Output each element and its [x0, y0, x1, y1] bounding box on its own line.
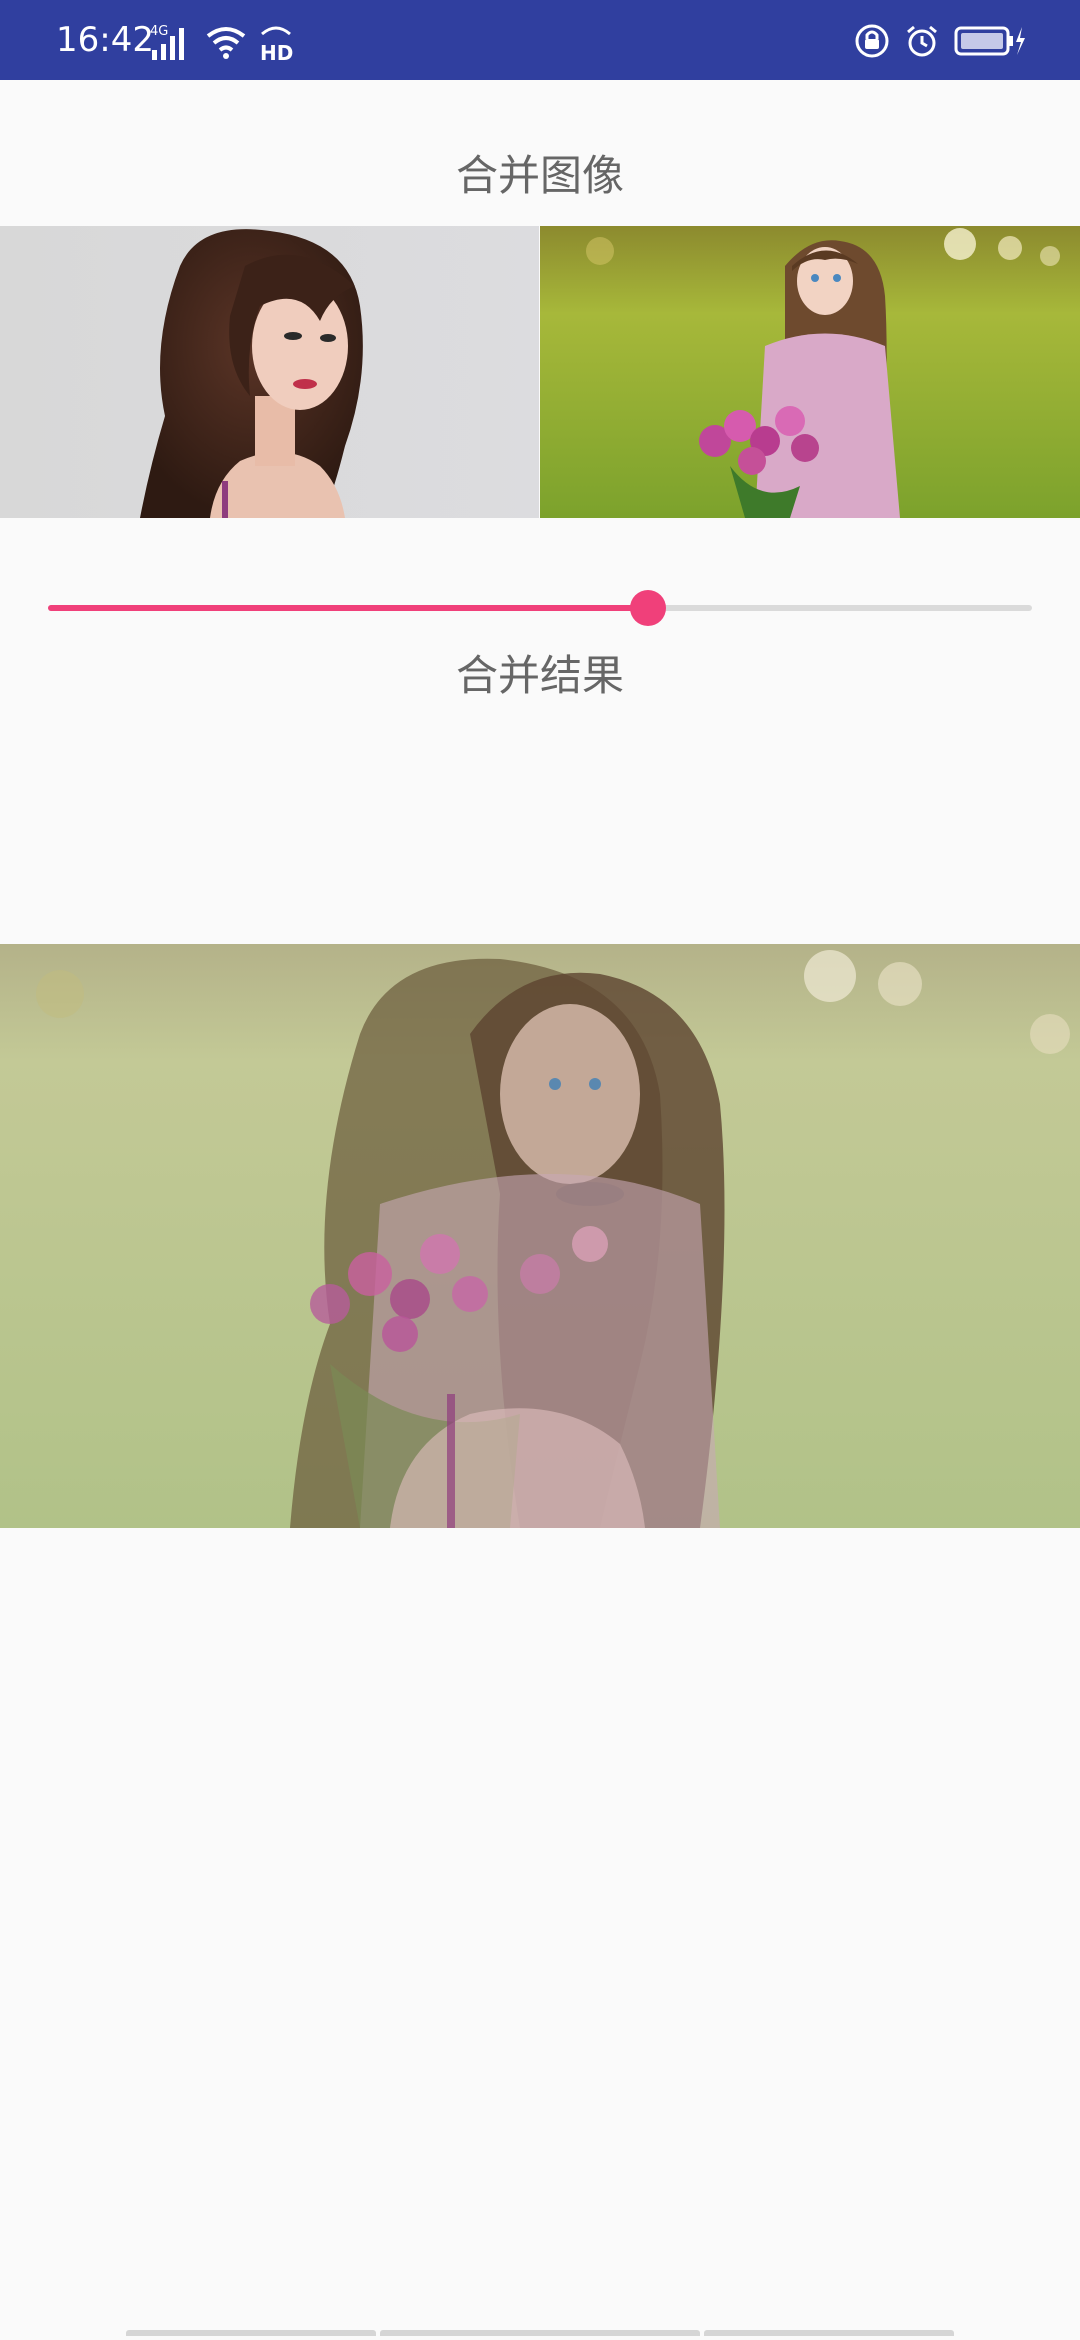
- slider-thumb[interactable]: [630, 590, 666, 626]
- wifi-icon: [206, 20, 246, 64]
- status-left-icons: 4G HD: [150, 20, 294, 64]
- battery-charging-icon: [954, 23, 1026, 59]
- status-time: 16:42: [56, 20, 154, 60]
- result-image: [0, 944, 1080, 1528]
- gesture-segment: [126, 2330, 376, 2336]
- slider-fill: [48, 605, 648, 611]
- status-right-icons: [854, 18, 1026, 64]
- result-title: 合并结果: [455, 651, 624, 700]
- status-bar: 16:42 4G HD: [0, 0, 1080, 80]
- navigation-gesture-bar[interactable]: [126, 2330, 954, 2336]
- gesture-segment: [380, 2330, 700, 2336]
- page-title: 合并图像: [455, 151, 624, 200]
- hd-label: HD: [260, 41, 293, 64]
- source-images: [0, 226, 1080, 518]
- alarm-icon: [904, 23, 940, 59]
- signal-icon: 4G: [150, 20, 194, 64]
- blend-slider[interactable]: [48, 588, 1032, 628]
- hd-icon: HD: [258, 20, 294, 64]
- network-type-label: 4G: [150, 24, 168, 39]
- source-image-girl-flowers: [540, 226, 1080, 518]
- gesture-segment: [704, 2330, 954, 2336]
- rotation-lock-icon: [854, 23, 890, 59]
- source-image-woman: [0, 226, 539, 518]
